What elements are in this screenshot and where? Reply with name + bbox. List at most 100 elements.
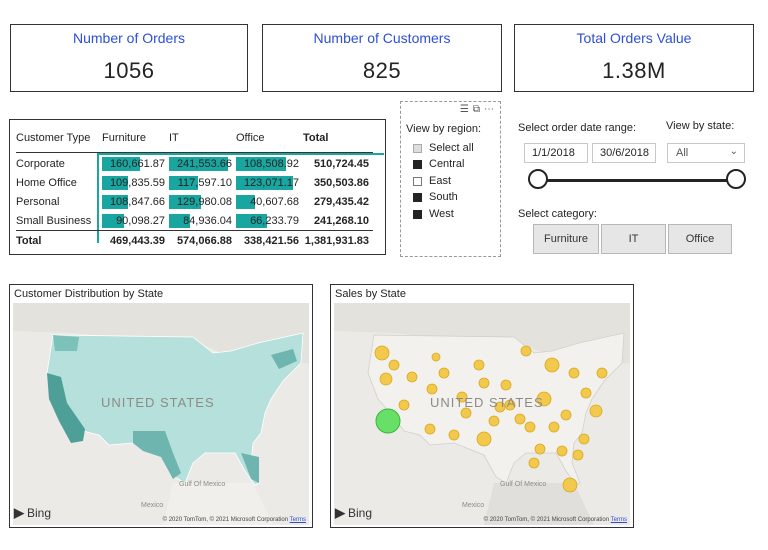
region-slicer[interactable]: ☰ ⧉ ⋯ View by region: Select all Central… bbox=[400, 101, 501, 257]
sales-bubble[interactable] bbox=[476, 431, 492, 447]
focus-mode-icon[interactable]: ⧉ bbox=[473, 104, 480, 115]
total-cell: 279,435.42 bbox=[303, 192, 373, 211]
sales-bubble[interactable] bbox=[473, 359, 485, 371]
more-options-icon[interactable]: ⋯ bbox=[484, 104, 494, 115]
sales-bubble[interactable] bbox=[388, 359, 400, 371]
checkbox[interactable] bbox=[413, 209, 422, 219]
column-header[interactable]: Furniture bbox=[102, 124, 169, 153]
column-header[interactable]: IT bbox=[169, 124, 236, 153]
sales-bubble[interactable] bbox=[438, 367, 450, 379]
category-button-furniture[interactable]: Furniture bbox=[533, 224, 599, 254]
sales-bubble[interactable] bbox=[478, 377, 490, 389]
value-cell: 108,847.66 bbox=[102, 192, 169, 211]
cell-value: 108,847.66 bbox=[109, 195, 165, 208]
value-cell: 469,443.39 bbox=[102, 230, 169, 251]
checkbox[interactable] bbox=[413, 143, 422, 153]
matrix-row[interactable]: Home Office 109,835.59 117,597.10 123,071.1… bbox=[16, 173, 373, 192]
checkbox[interactable] bbox=[413, 192, 422, 202]
sales-bubble[interactable] bbox=[548, 421, 560, 433]
sales-bubble[interactable] bbox=[572, 449, 584, 461]
date-range-track[interactable] bbox=[538, 179, 736, 182]
sales-bubble[interactable] bbox=[520, 345, 532, 357]
cell-value: 574,066.88 bbox=[176, 235, 232, 247]
cell-value: 338,421.56 bbox=[243, 235, 299, 247]
sales-bubble[interactable] bbox=[398, 399, 410, 411]
cell-value: 160,661.87 bbox=[109, 157, 165, 170]
kpi-card-customers[interactable]: Number of Customers 825 bbox=[262, 24, 502, 92]
slicer-item-east[interactable]: East bbox=[413, 175, 451, 187]
cell-value: 40,607.68 bbox=[250, 195, 299, 208]
cell-value: 510,724.45 bbox=[313, 157, 369, 170]
row-label: Total bbox=[16, 230, 102, 251]
sales-bubble[interactable] bbox=[562, 477, 578, 493]
sales-bubble-highlighted[interactable] bbox=[375, 408, 401, 434]
row-label: Personal bbox=[16, 195, 60, 208]
category-button-it[interactable]: IT bbox=[601, 224, 666, 254]
cell-value: 279,435.42 bbox=[313, 195, 369, 208]
checkbox[interactable] bbox=[413, 176, 422, 186]
category-button-office[interactable]: Office bbox=[668, 224, 732, 254]
sales-bubble[interactable] bbox=[544, 357, 560, 373]
kpi-card-orders[interactable]: Number of Orders 1056 bbox=[10, 24, 248, 92]
column-header[interactable]: Office bbox=[236, 124, 303, 153]
matrix-row[interactable]: Small Business 90,098.27 84,936.04 66,233.7… bbox=[16, 211, 373, 231]
slicer-item-central[interactable]: Central bbox=[413, 158, 464, 170]
kpi-label: Total Orders Value bbox=[576, 30, 692, 46]
sales-bubble[interactable] bbox=[556, 445, 568, 457]
date-range-end-handle[interactable] bbox=[726, 169, 746, 189]
value-cell: 40,607.68 bbox=[236, 192, 303, 211]
sales-bubble[interactable] bbox=[448, 429, 460, 441]
total-cell: 510,724.45 bbox=[303, 154, 373, 173]
slicer-item-south[interactable]: South bbox=[413, 191, 458, 203]
sales-by-state-map[interactable]: Sales by State UNITED STATES Gulf Of Mex… bbox=[330, 284, 634, 528]
kpi-label: Number of Customers bbox=[313, 30, 451, 46]
sales-bubble[interactable] bbox=[406, 371, 418, 383]
sales-bubble[interactable] bbox=[589, 404, 603, 418]
terms-link[interactable]: Terms bbox=[290, 517, 306, 523]
sales-bubble[interactable] bbox=[488, 415, 500, 427]
sales-bubble[interactable] bbox=[431, 352, 441, 362]
start-date-input[interactable]: 1/1/2018 bbox=[524, 143, 588, 163]
map-title: Sales by State bbox=[335, 288, 406, 300]
slicer-item-select-all[interactable]: Select all bbox=[413, 142, 474, 154]
sales-bubble[interactable] bbox=[580, 387, 592, 399]
sales-bubble[interactable] bbox=[500, 379, 512, 391]
sales-bubble[interactable] bbox=[424, 423, 436, 435]
state-dropdown[interactable]: All ⌄ bbox=[667, 143, 745, 163]
sales-bubble[interactable] bbox=[379, 372, 393, 386]
row-label: Home Office bbox=[16, 176, 77, 189]
sales-bubble[interactable] bbox=[528, 457, 540, 469]
value-cell: 160,661.87 bbox=[102, 154, 169, 173]
end-date-input[interactable]: 30/6/2018 bbox=[592, 143, 656, 163]
sales-bubble[interactable] bbox=[524, 421, 536, 433]
slicer-title: View by region: bbox=[406, 123, 482, 135]
matrix-row[interactable]: Personal 108,847.66 129,980.08 40,607.68 279… bbox=[16, 192, 373, 211]
matrix-row[interactable]: Corporate 160,661.87 241,553.66 108,508.92 5… bbox=[16, 154, 373, 173]
column-header[interactable]: Customer Type bbox=[16, 124, 102, 153]
matrix-total-row[interactable]: Total 469,443.39 574,066.88 338,421.56 1,381… bbox=[16, 230, 373, 251]
column-header[interactable]: Total bbox=[303, 124, 373, 153]
country-label: UNITED STATES bbox=[430, 395, 544, 410]
total-cell: 241,268.10 bbox=[303, 211, 373, 231]
slicer-item-west[interactable]: West bbox=[413, 208, 454, 220]
sales-bubble[interactable] bbox=[374, 345, 390, 361]
terms-link[interactable]: Terms bbox=[611, 517, 627, 523]
map-canvas[interactable]: UNITED STATES Gulf Of Mexico Mexico bbox=[334, 303, 630, 525]
sales-bubble[interactable] bbox=[534, 443, 546, 455]
map-canvas[interactable]: UNITED STATES Gulf Of Mexico Mexico bbox=[13, 303, 309, 525]
sales-bubble[interactable] bbox=[514, 413, 526, 425]
filter-icon[interactable]: ☰ bbox=[460, 104, 469, 115]
cell-value: 129,980.08 bbox=[176, 195, 232, 208]
kpi-card-order-value[interactable]: Total Orders Value 1.38M bbox=[514, 24, 754, 92]
date-range-start-handle[interactable] bbox=[528, 169, 548, 189]
sales-bubble[interactable] bbox=[578, 433, 590, 445]
value-cell: 117,597.10 bbox=[169, 173, 236, 192]
customer-distribution-map[interactable]: Customer Distribution by State UNITED ST… bbox=[9, 284, 313, 528]
mexico-label: Mexico bbox=[141, 502, 164, 509]
sales-bubble[interactable] bbox=[426, 383, 438, 395]
sales-matrix[interactable]: Customer Type Furniture IT Office Total … bbox=[9, 119, 386, 255]
sales-bubble[interactable] bbox=[560, 409, 572, 421]
checkbox[interactable] bbox=[413, 159, 422, 169]
sales-bubble[interactable] bbox=[596, 367, 608, 379]
sales-bubble[interactable] bbox=[568, 367, 580, 379]
